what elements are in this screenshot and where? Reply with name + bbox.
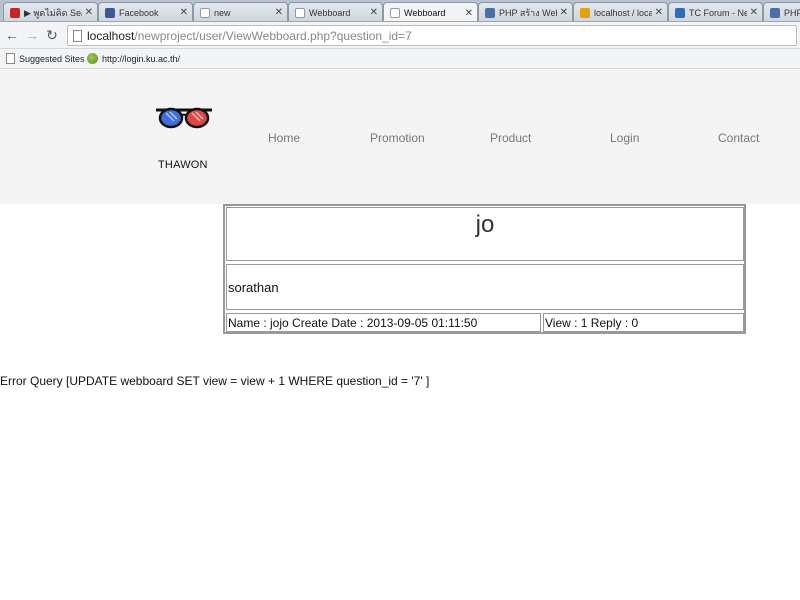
url-host: localhost: [87, 29, 135, 43]
tab-title: Webboard: [309, 7, 351, 18]
forward-arrow-icon[interactable]: →: [24, 27, 40, 43]
globe-icon: [87, 53, 98, 64]
page-icon: [200, 7, 210, 18]
page-icon: [6, 53, 15, 64]
nav-product[interactable]: Product: [490, 131, 531, 145]
reload-icon[interactable]: ↻: [44, 27, 60, 43]
nav-promotion[interactable]: Promotion: [370, 131, 425, 145]
close-icon[interactable]: ✕: [85, 7, 93, 18]
tab-title: Webboard: [404, 8, 446, 18]
question-stats: View : 1 Reply : 0: [543, 313, 744, 332]
tab-php[interactable]: PHP: [763, 2, 800, 21]
close-icon[interactable]: ✕: [750, 7, 758, 18]
address-bar[interactable]: localhost/newproject/user/ViewWebboard.p…: [67, 25, 797, 46]
php-icon: [485, 7, 495, 18]
nav-home[interactable]: Home: [268, 131, 300, 145]
question-title: jo: [226, 207, 744, 261]
close-icon[interactable]: ✕: [180, 7, 188, 18]
url-text: localhost/newproject/user/ViewWebboard.p…: [87, 29, 412, 43]
page-icon: [295, 7, 305, 18]
browser-toolbar: ← → ↻ localhost/newproject/user/ViewWebb…: [0, 22, 800, 49]
php-icon: [770, 7, 780, 18]
bookmarks-bar: Suggested Sites http://login.ku.ac.th/: [0, 49, 800, 69]
question-detail: sorathan: [226, 264, 744, 310]
question-meta: Name : jojo Create Date : 2013-09-05 01:…: [226, 313, 541, 332]
tab-tc-forum[interactable]: TC Forum - Ne ✕: [668, 2, 763, 21]
bookmark-label: http://login.ku.ac.th/: [102, 53, 181, 64]
tab-phpmyadmin[interactable]: localhost / loca ✕: [573, 2, 668, 21]
tab-php-webboard[interactable]: PHP สร้าง WebB ✕: [478, 2, 573, 21]
bookmark-suggested-sites[interactable]: Suggested Sites: [6, 53, 85, 64]
site-header: THAWON Home Promotion Product Login Cont…: [0, 70, 800, 204]
tab-title: localhost / loca: [594, 7, 652, 18]
close-icon[interactable]: ✕: [655, 7, 663, 18]
tab-youtube[interactable]: ▶ พูดไม่คิด Sea ✕: [3, 2, 98, 21]
browser-tab-strip: ▶ พูดไม่คิด Sea ✕ Facebook ✕ new ✕ Webbo…: [0, 0, 800, 22]
3d-glasses-logo-icon[interactable]: [154, 100, 214, 134]
tab-title: Facebook: [119, 7, 159, 18]
page-icon: [390, 8, 400, 18]
brand-name: THAWON: [158, 159, 208, 171]
tc-forum-icon: [675, 7, 685, 18]
close-icon[interactable]: ✕: [370, 7, 378, 18]
tab-facebook[interactable]: Facebook ✕: [98, 2, 193, 21]
tab-new[interactable]: new ✕: [193, 2, 288, 21]
bookmark-label: Suggested Sites: [19, 53, 85, 64]
tab-webboard[interactable]: Webboard ✕: [288, 2, 383, 21]
back-arrow-icon[interactable]: ←: [4, 27, 20, 43]
close-icon[interactable]: ✕: [560, 7, 568, 18]
nav-contact[interactable]: Contact: [718, 131, 759, 145]
tab-title: ▶ พูดไม่คิด Sea: [24, 7, 82, 18]
question-table: jo sorathan Name : jojo Create Date : 20…: [223, 204, 746, 334]
tab-title: PHP สร้าง WebB: [499, 7, 557, 18]
youtube-icon: [10, 7, 20, 18]
tab-title: new: [214, 7, 231, 18]
error-message: Error Query [UPDATE webboard SET view = …: [0, 374, 430, 388]
close-icon[interactable]: ✕: [465, 8, 473, 19]
tab-webboard-active[interactable]: Webboard ✕: [383, 2, 478, 21]
phpmyadmin-icon: [580, 7, 590, 18]
tab-title: TC Forum - Ne: [689, 7, 747, 18]
page-icon: [73, 30, 82, 42]
url-path: /newproject/user/ViewWebboard.php?questi…: [134, 29, 412, 43]
nav-login[interactable]: Login: [610, 131, 639, 145]
close-icon[interactable]: ✕: [275, 7, 283, 18]
bookmark-ku-login[interactable]: http://login.ku.ac.th/: [87, 53, 180, 64]
tab-title: PHP: [784, 7, 800, 18]
facebook-icon: [105, 7, 115, 18]
